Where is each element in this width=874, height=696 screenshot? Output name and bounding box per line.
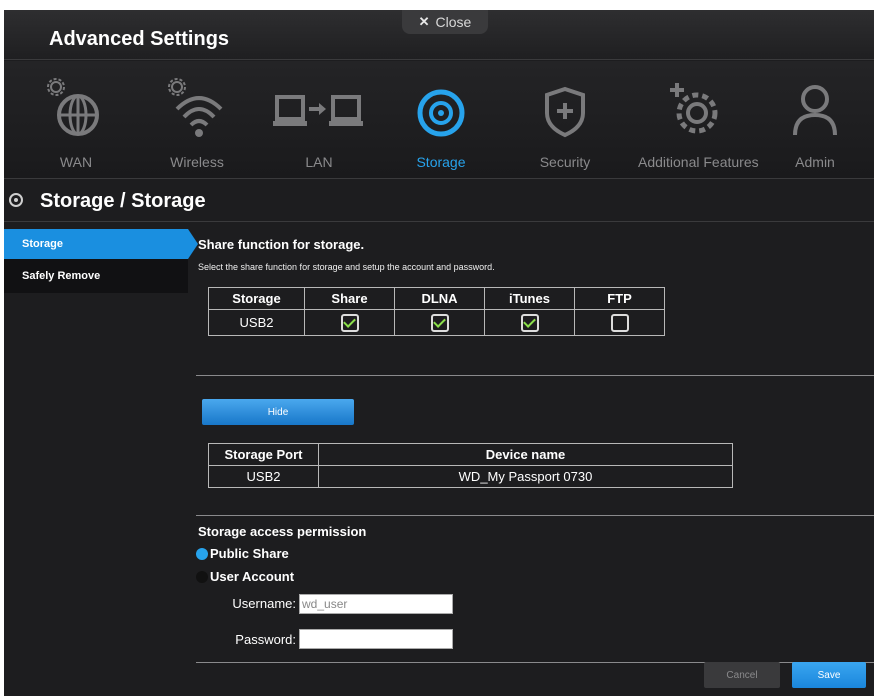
- column-header: FTP: [574, 287, 665, 310]
- ftp-checkbox[interactable]: [610, 313, 629, 332]
- shield-plus-icon: [545, 86, 585, 138]
- permission-title: Storage access permission: [198, 524, 367, 539]
- share-checkbox[interactable]: [340, 313, 359, 332]
- column-header: Device name: [318, 443, 733, 466]
- column-header: iTunes: [484, 287, 575, 310]
- save-button[interactable]: Save: [792, 662, 866, 688]
- table-header-row: Storage Port Device name: [208, 443, 733, 466]
- table-row: USB2 WD_My Passport 0730: [208, 465, 733, 488]
- main-nav: WAN Wireless LAN Storage Security Additi…: [4, 61, 874, 179]
- radio-selected-icon: [196, 547, 208, 560]
- nav-item-wan[interactable]: WAN: [21, 69, 131, 175]
- close-button[interactable]: ✕ Close: [402, 10, 488, 34]
- radio-unselected-icon: [196, 570, 208, 583]
- nav-item-admin[interactable]: Admin: [760, 69, 870, 175]
- nav-label: Storage: [416, 154, 466, 170]
- column-header: Share: [304, 287, 395, 310]
- nav-label: Security: [539, 154, 591, 170]
- nav-item-storage[interactable]: Storage: [386, 69, 496, 175]
- nav-label: Additional Features: [638, 154, 759, 170]
- itunes-checkbox[interactable]: [520, 313, 539, 332]
- device-name-cell: WD_My Passport 0730: [318, 465, 733, 488]
- header-bar: Advanced Settings ✕ Close: [4, 10, 874, 60]
- close-icon: ✕: [418, 14, 430, 29]
- target-circle-icon: [9, 193, 23, 207]
- hide-button[interactable]: Hide: [202, 399, 354, 425]
- password-input[interactable]: [299, 629, 453, 649]
- storage-cell: USB2: [208, 309, 305, 336]
- nav-item-wireless[interactable]: Wireless: [142, 69, 252, 175]
- content-panel: Share function for storage. Select the s…: [196, 229, 874, 696]
- username-input[interactable]: [299, 594, 453, 614]
- column-header: Storage Port: [208, 443, 319, 466]
- share-section-title: Share function for storage.: [198, 237, 365, 252]
- gear-plus-icon: [670, 83, 718, 134]
- nav-label: Admin: [795, 154, 835, 170]
- cancel-button[interactable]: Cancel: [704, 662, 780, 688]
- nav-label: WAN: [59, 154, 93, 170]
- table-header-row: Storage Share DLNA iTunes FTP: [208, 287, 665, 310]
- page-title: Storage / Storage: [40, 190, 206, 212]
- user-icon: [793, 85, 837, 136]
- sidebar-item-safely-remove[interactable]: Safely Remove: [4, 261, 188, 291]
- password-label: Password:: [235, 632, 296, 647]
- globe-gear-icon: [47, 78, 99, 136]
- app-title: Advanced Settings: [49, 28, 230, 50]
- page-title-row: Storage / Storage: [4, 180, 874, 222]
- share-section-description: Select the share function for storage an…: [198, 262, 495, 272]
- sidebar-item-storage[interactable]: Storage: [4, 229, 198, 259]
- nav-item-security[interactable]: Security: [510, 69, 620, 175]
- username-label: Username:: [232, 596, 296, 611]
- public-share-radio[interactable]: Public Share: [196, 546, 289, 561]
- dlna-checkbox[interactable]: [430, 313, 449, 332]
- storage-port-cell: USB2: [208, 465, 319, 488]
- user-account-radio[interactable]: User Account: [196, 569, 294, 584]
- nav-label: LAN: [305, 154, 333, 170]
- column-header: DLNA: [394, 287, 485, 310]
- column-header: Storage: [208, 287, 305, 310]
- lan-computers-icon: [273, 95, 363, 126]
- app-window: Advanced Settings ✕ Close WAN Wireless L…: [4, 10, 874, 696]
- nav-item-lan[interactable]: LAN: [264, 69, 374, 175]
- divider: [196, 515, 874, 516]
- nav-item-additional-features[interactable]: Additional Features: [638, 69, 759, 175]
- radio-label: Public Share: [210, 546, 289, 561]
- sidebar: Storage Safely Remove: [4, 229, 198, 293]
- storage-disk-icon: [417, 89, 465, 137]
- radio-label: User Account: [210, 569, 295, 584]
- wifi-gear-icon: [168, 78, 223, 137]
- close-label: Close: [435, 14, 472, 30]
- table-row: USB2: [208, 309, 665, 336]
- share-function-table: Storage Share DLNA iTunes FTP USB2: [208, 287, 665, 336]
- nav-label: Wireless: [170, 154, 224, 170]
- device-table: Storage Port Device name USB2 WD_My Pass…: [208, 443, 733, 488]
- divider: [196, 375, 874, 376]
